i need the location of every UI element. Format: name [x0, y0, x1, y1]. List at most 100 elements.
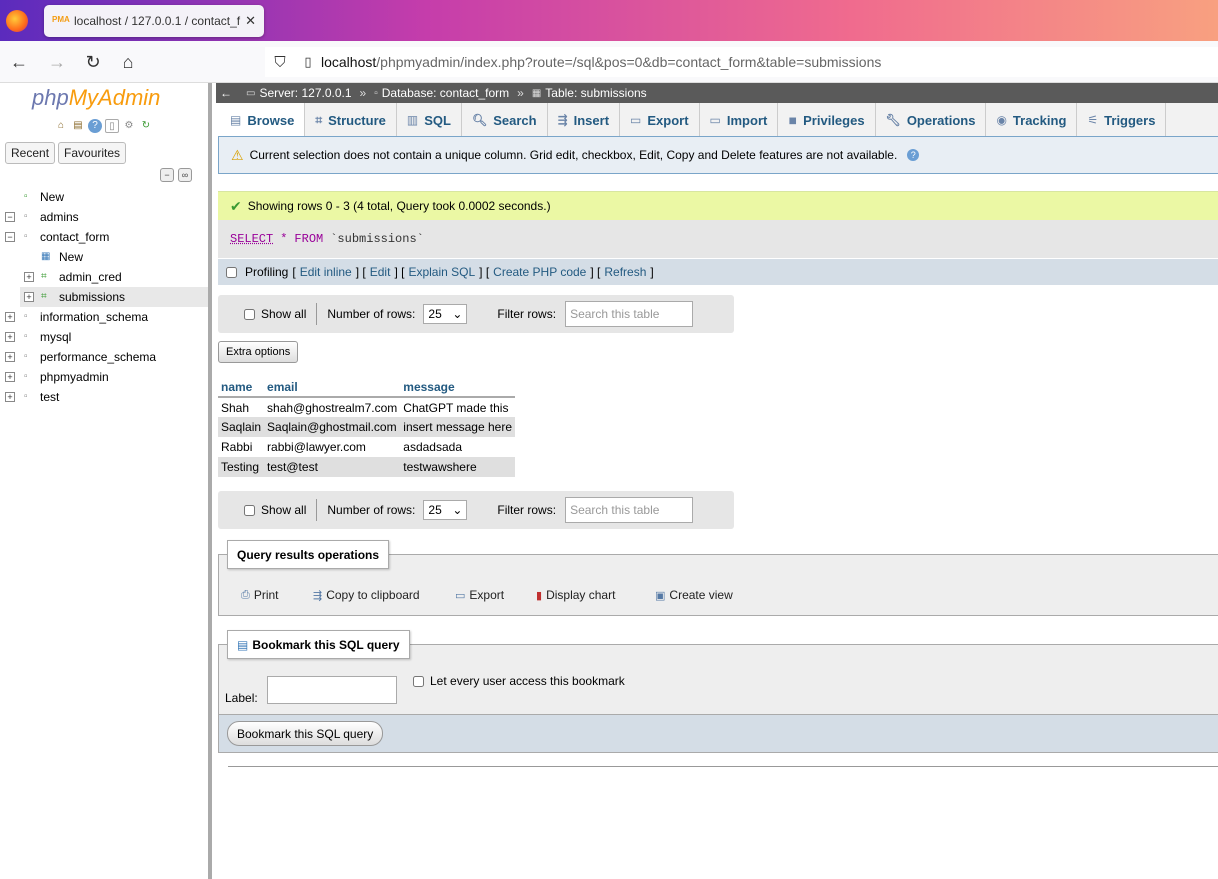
shield-icon[interactable]: ⛉: [265, 54, 295, 71]
tracking-icon: ◉: [996, 113, 1007, 127]
pma-logo[interactable]: phpMyAdmin: [32, 85, 160, 111]
expand-icon[interactable]: +: [5, 352, 15, 362]
navigation-panel-bottom: Show all Number of rows: 25 ⌄ Filter rows…: [218, 491, 734, 529]
breadcrumb-database[interactable]: Database: contact_form: [382, 86, 509, 100]
tree-item-contact-form[interactable]: − ▫ contact_form: [0, 227, 208, 247]
tree-item-new-table[interactable]: ▦ New: [0, 247, 208, 267]
extra-options-button[interactable]: Extra options: [218, 341, 299, 363]
logout-icon[interactable]: ▤: [71, 119, 85, 133]
tab-import[interactable]: ▭ Import: [700, 103, 779, 137]
breadcrumb-server[interactable]: Server: 127.0.0.1: [259, 86, 351, 100]
home-icon[interactable]: ⌂: [117, 51, 139, 73]
bookmark-label-input[interactable]: [267, 676, 397, 704]
create-view-button[interactable]: ▣ Create view: [655, 588, 733, 602]
tab-insert[interactable]: ⇶ Insert: [548, 103, 621, 137]
close-tab-icon[interactable]: ✕: [245, 13, 256, 29]
breadcrumb-table[interactable]: Table: submissions: [545, 86, 646, 100]
search-table-input[interactable]: Search this table: [565, 497, 694, 523]
sql-query-display: SELECT * FROM `submissions`: [218, 220, 1218, 258]
sql-keyword-select[interactable]: SELECT: [230, 232, 273, 246]
bookmark-fieldset: ▤ Bookmark this SQL query Label: Let ever…: [218, 630, 1218, 715]
collapse-sidebar-icon[interactable]: ←: [220, 86, 232, 100]
tree-item-information-schema[interactable]: + ▫ information_schema: [0, 307, 208, 327]
tree-item-phpmyadmin[interactable]: + ▫ phpmyadmin: [0, 367, 208, 387]
tab-structure[interactable]: ⌗ Structure: [305, 103, 397, 137]
expand-icon[interactable]: +: [5, 372, 15, 382]
warning-text: Current selection does not contain a uni…: [249, 148, 898, 162]
tab-triggers[interactable]: ⚟ Triggers: [1077, 103, 1167, 137]
refresh-link[interactable]: Refresh: [604, 265, 646, 279]
print-button[interactable]: ⎙ Print: [241, 588, 279, 602]
tree-item-new[interactable]: ▫ New: [0, 187, 208, 207]
tab-operations[interactable]: 🔧︎ Operations: [876, 103, 987, 137]
display-chart-button[interactable]: ▮ Display chart: [536, 588, 615, 602]
collapse-icon[interactable]: −: [5, 232, 15, 242]
warning-icon: ⚠: [231, 146, 244, 163]
expand-icon[interactable]: +: [24, 272, 34, 282]
back-icon[interactable]: ←: [8, 51, 30, 73]
database-icon: ▫: [24, 211, 28, 222]
cell-email: test@test: [264, 457, 401, 477]
tab-tracking[interactable]: ◉ Tracking: [986, 103, 1078, 137]
tree-item-admin-cred[interactable]: + ⌗ admin_cred: [0, 267, 208, 287]
page-info-icon[interactable]: ▯: [295, 54, 321, 70]
help-icon[interactable]: ?: [88, 119, 102, 133]
browser-tab[interactable]: PMA localhost / 127.0.0.1 / contact_f ✕: [44, 5, 264, 37]
expand-icon[interactable]: +: [5, 312, 15, 322]
firefox-menu-icon[interactable]: [6, 10, 28, 32]
show-all-checkbox[interactable]: [244, 504, 255, 516]
tree-item-test[interactable]: + ▫ test: [0, 387, 208, 407]
export-button[interactable]: ▭ Export: [455, 588, 504, 602]
forward-icon[interactable]: →: [46, 51, 68, 73]
tab-export[interactable]: ▭ Export: [620, 103, 700, 137]
url-bar[interactable]: ⛉ ▯ localhost/phpmyadmin/index.php?route…: [265, 47, 1218, 77]
help-icon[interactable]: ?: [907, 149, 920, 161]
tab-sql[interactable]: ▥ SQL: [397, 103, 462, 137]
search-table-input[interactable]: Search this table: [565, 301, 694, 327]
reload-icon[interactable]: ↻: [82, 51, 104, 73]
tab-search[interactable]: 🔍︎ Search: [462, 103, 548, 137]
rows-select[interactable]: 25 ⌄: [423, 304, 468, 324]
docs-icon[interactable]: ▯: [105, 119, 119, 133]
expand-icon[interactable]: −: [5, 212, 15, 222]
edit-link[interactable]: Edit: [370, 265, 391, 279]
tree-item-performance-schema[interactable]: + ▫ performance_schema: [0, 347, 208, 367]
tree-item-submissions[interactable]: + ⌗ submissions: [20, 287, 208, 307]
cell-email: Saqlain@ghostmail.com: [264, 417, 401, 437]
edit-inline-link[interactable]: Edit inline: [300, 265, 352, 279]
home-icon[interactable]: ⌂: [54, 119, 68, 133]
reload-navigation-icon[interactable]: ↻: [139, 119, 153, 133]
recent-button[interactable]: Recent: [5, 142, 56, 164]
pma-favicon-icon: PMA: [52, 15, 70, 24]
link-with-main-icon[interactable]: ∞: [178, 168, 192, 182]
copy-to-clipboard-button[interactable]: ⇶ Copy to clipboard: [313, 588, 420, 602]
expand-icon[interactable]: +: [24, 292, 34, 302]
chart-icon: ▮: [536, 589, 543, 602]
tree-item-admins[interactable]: − ▫ admins: [0, 207, 208, 227]
profiling-checkbox[interactable]: [226, 266, 237, 278]
results-table: name email message Shah shah@ghostrealm7…: [218, 377, 516, 477]
column-header-message[interactable]: message: [400, 377, 516, 398]
collapse-all-icon[interactable]: −: [160, 168, 174, 182]
insert-icon: ⇶: [557, 113, 568, 127]
expand-icon[interactable]: +: [5, 332, 15, 342]
tab-privileges[interactable]: ◾ Privileges: [778, 103, 876, 137]
explain-sql-link[interactable]: Explain SQL: [408, 265, 475, 279]
tree-item-mysql[interactable]: + ▫ mysql: [0, 327, 208, 347]
show-all: Show all: [244, 303, 318, 325]
database-icon: ▫: [24, 231, 28, 242]
column-header-email[interactable]: email: [264, 377, 401, 398]
bookmark-submit-button[interactable]: Bookmark this SQL query: [227, 721, 384, 746]
every-user-checkbox[interactable]: [413, 675, 424, 687]
settings-icon[interactable]: ⚙: [122, 119, 136, 133]
favourites-button[interactable]: Favourites: [58, 142, 127, 164]
show-all-checkbox[interactable]: [244, 308, 255, 320]
bookmark-icon: ▤: [237, 637, 249, 652]
browser-nav-bar: ← → ↻ ⌂ ⛉ ▯ localhost/phpmyadmin/index.p…: [0, 41, 1218, 83]
navigation-panel-top: Show all Number of rows: 25 ⌄ Filter rows…: [218, 295, 734, 333]
expand-icon[interactable]: +: [5, 392, 15, 402]
create-php-code-link[interactable]: Create PHP code: [493, 265, 586, 279]
tab-browse[interactable]: ▤ Browse: [220, 103, 306, 137]
rows-select[interactable]: 25 ⌄: [423, 500, 468, 520]
column-header-name[interactable]: name: [218, 377, 265, 398]
